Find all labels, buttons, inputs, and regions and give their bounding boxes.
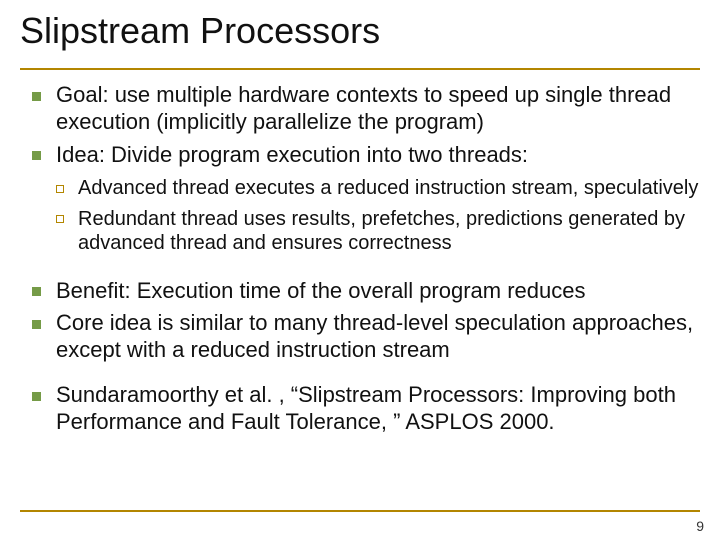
bullet-list-2: Benefit: Execution time of the overall p… (20, 278, 700, 364)
bullet-text: Redundant thread uses results, prefetche… (78, 208, 685, 254)
title-rule (20, 68, 700, 70)
list-item: Goal: use multiple hardware contexts to … (26, 82, 700, 136)
list-item: Idea: Divide program execution into two … (26, 142, 700, 169)
bullet-text: Idea: Divide program execution into two … (56, 142, 528, 167)
slide-body: Goal: use multiple hardware contexts to … (20, 82, 700, 436)
spacer (20, 370, 700, 382)
bottom-rule (20, 510, 700, 512)
bullet-text: Core idea is similar to many thread-leve… (56, 310, 693, 362)
bullet-text: Benefit: Execution time of the overall p… (56, 278, 586, 303)
list-item: Sundaramoorthy et al. , “Slipstream Proc… (26, 382, 700, 436)
list-item: Advanced thread executes a reduced instr… (52, 176, 700, 200)
list-item: Redundant thread uses results, prefetche… (52, 207, 700, 256)
bullet-list-3: Sundaramoorthy et al. , “Slipstream Proc… (20, 382, 700, 436)
bullet-text: Goal: use multiple hardware contexts to … (56, 82, 671, 134)
page-number: 9 (696, 518, 704, 534)
list-item: Core idea is similar to many thread-leve… (26, 310, 700, 364)
bullet-list-1: Goal: use multiple hardware contexts to … (20, 82, 700, 168)
sub-bullet-list: Advanced thread executes a reduced instr… (20, 176, 700, 255)
list-item: Benefit: Execution time of the overall p… (26, 278, 700, 305)
slide: Slipstream Processors Goal: use multiple… (0, 0, 720, 540)
bullet-text: Advanced thread executes a reduced instr… (78, 177, 698, 199)
bullet-text: Sundaramoorthy et al. , “Slipstream Proc… (56, 382, 676, 434)
spacer (20, 266, 700, 278)
slide-title: Slipstream Processors (20, 10, 700, 58)
